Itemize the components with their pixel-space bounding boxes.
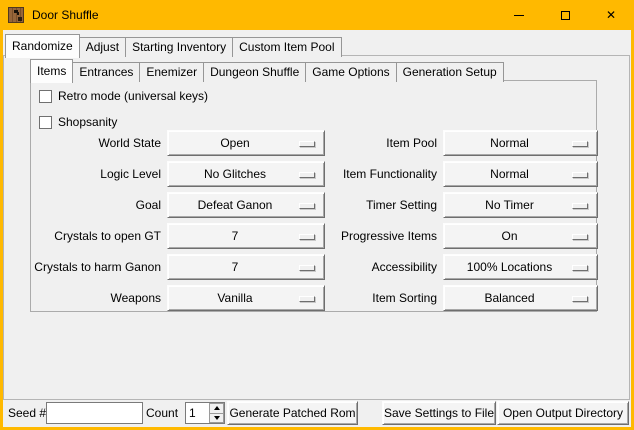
item-pool-dropdown[interactable]: Normal (443, 130, 598, 156)
close-icon: ✕ (606, 9, 616, 21)
item-pool-label: Item Pool (331, 130, 437, 156)
tab-dungeon-shuffle[interactable]: Dungeon Shuffle (203, 62, 306, 82)
close-button[interactable]: ✕ (588, 0, 634, 30)
accessibility-dropdown[interactable]: 100% Locations (443, 254, 598, 280)
progressive-items-value: On (495, 229, 545, 243)
tab-custom-item-pool[interactable]: Custom Item Pool (232, 37, 341, 57)
minimize-button[interactable] (496, 0, 542, 30)
generate-patched-rom-button[interactable]: Generate Patched Rom (227, 401, 358, 425)
crystals-ganon-dropdown[interactable]: 7 (167, 254, 325, 280)
dropdown-indicator-icon (299, 203, 315, 209)
tab-items[interactable]: Items (30, 59, 73, 83)
progressive-items-dropdown[interactable]: On (443, 223, 598, 249)
seed-input[interactable] (46, 402, 143, 424)
item-functionality-value: Normal (484, 167, 557, 181)
arrow-up-icon (214, 406, 220, 410)
item-pool-value: Normal (484, 136, 557, 150)
dropdown-indicator-icon (572, 234, 588, 240)
dropdown-indicator-icon (572, 265, 588, 271)
goal-value: Defeat Ganon (192, 198, 301, 212)
dropdown-indicator-icon (299, 234, 315, 240)
dropdown-indicator-icon (299, 141, 315, 147)
save-settings-button[interactable]: Save Settings to File (382, 401, 496, 425)
logic-level-dropdown[interactable]: No Glitches (167, 161, 325, 187)
tab-entrances[interactable]: Entrances (72, 62, 140, 82)
world-state-value: Open (214, 136, 277, 150)
timer-setting-value: No Timer (479, 198, 562, 212)
dropdown-indicator-icon (299, 265, 315, 271)
count-input[interactable] (186, 403, 209, 423)
maximize-icon (561, 11, 570, 20)
tab-randomize[interactable]: Randomize (5, 34, 80, 58)
count-spin-down-button[interactable] (209, 413, 224, 424)
item-sorting-value: Balanced (478, 291, 562, 305)
door-app-icon (8, 7, 24, 23)
tab-starting-inventory[interactable]: Starting Inventory (125, 37, 233, 57)
goal-label: Goal (33, 192, 161, 218)
crystals-gt-dropdown[interactable]: 7 (167, 223, 325, 249)
accessibility-value: 100% Locations (461, 260, 580, 274)
seed-label: Seed # (8, 402, 46, 424)
window-body: Randomize Adjust Starting Inventory Cust… (3, 30, 631, 427)
accessibility-label: Accessibility (331, 254, 437, 280)
sub-tab-bar: Items Entrances Enemizer Dungeon Shuffle… (30, 58, 503, 82)
timer-setting-label: Timer Setting (331, 192, 437, 218)
tab-adjust[interactable]: Adjust (79, 37, 126, 57)
timer-setting-dropdown[interactable]: No Timer (443, 192, 598, 218)
window-title: Door Shuffle (32, 8, 99, 22)
retro-mode-checkbox[interactable] (39, 90, 52, 103)
weapons-value: Vanilla (211, 291, 280, 305)
tab-game-options[interactable]: Game Options (305, 62, 396, 82)
count-spin-arrows (209, 403, 224, 423)
dropdown-indicator-icon (572, 141, 588, 147)
caption-buttons: ✕ (496, 0, 634, 30)
app-window: Door Shuffle ✕ Randomize Adjust Starting… (0, 0, 634, 430)
progressive-items-label: Progressive Items (331, 223, 437, 249)
weapons-dropdown[interactable]: Vanilla (167, 285, 325, 311)
maximize-button[interactable] (542, 0, 588, 30)
world-state-dropdown[interactable]: Open (167, 130, 325, 156)
weapons-label: Weapons (33, 285, 161, 311)
tab-enemizer[interactable]: Enemizer (139, 62, 204, 82)
titlebar: Door Shuffle ✕ (0, 0, 634, 30)
tab-generation-setup[interactable]: Generation Setup (396, 62, 504, 82)
item-functionality-dropdown[interactable]: Normal (443, 161, 598, 187)
arrow-down-icon (214, 416, 220, 420)
item-functionality-label: Item Functionality (331, 161, 437, 187)
item-sorting-dropdown[interactable]: Balanced (443, 285, 598, 311)
main-tab-bar: Randomize Adjust Starting Inventory Cust… (5, 33, 341, 57)
dropdown-indicator-icon (299, 172, 315, 178)
crystals-ganon-value: 7 (226, 260, 267, 274)
crystals-ganon-label: Crystals to harm Ganon (33, 254, 161, 280)
logic-level-label: Logic Level (33, 161, 161, 187)
shopsanity-option[interactable]: Shopsanity (39, 114, 117, 130)
retro-mode-option[interactable]: Retro mode (universal keys) (39, 88, 208, 104)
goal-dropdown[interactable]: Defeat Ganon (167, 192, 325, 218)
crystals-gt-value: 7 (226, 229, 267, 243)
logic-level-value: No Glitches (198, 167, 294, 181)
shopsanity-checkbox[interactable] (39, 116, 52, 129)
count-label: Count (146, 402, 178, 424)
settings-grid: World State Open Item Pool Normal Logic … (31, 130, 598, 311)
item-sorting-label: Item Sorting (331, 285, 437, 311)
minimize-icon (514, 15, 524, 16)
count-spinbox[interactable] (185, 402, 225, 424)
open-output-directory-button[interactable]: Open Output Directory (497, 401, 629, 425)
dropdown-indicator-icon (299, 296, 315, 302)
world-state-label: World State (33, 130, 161, 156)
shopsanity-label: Shopsanity (58, 115, 117, 129)
dropdown-indicator-icon (572, 172, 588, 178)
retro-mode-label: Retro mode (universal keys) (58, 89, 208, 103)
dropdown-indicator-icon (572, 296, 588, 302)
items-tab-page: Retro mode (universal keys) Shopsanity W… (30, 80, 597, 312)
crystals-gt-label: Crystals to open GT (33, 223, 161, 249)
dropdown-indicator-icon (572, 203, 588, 209)
